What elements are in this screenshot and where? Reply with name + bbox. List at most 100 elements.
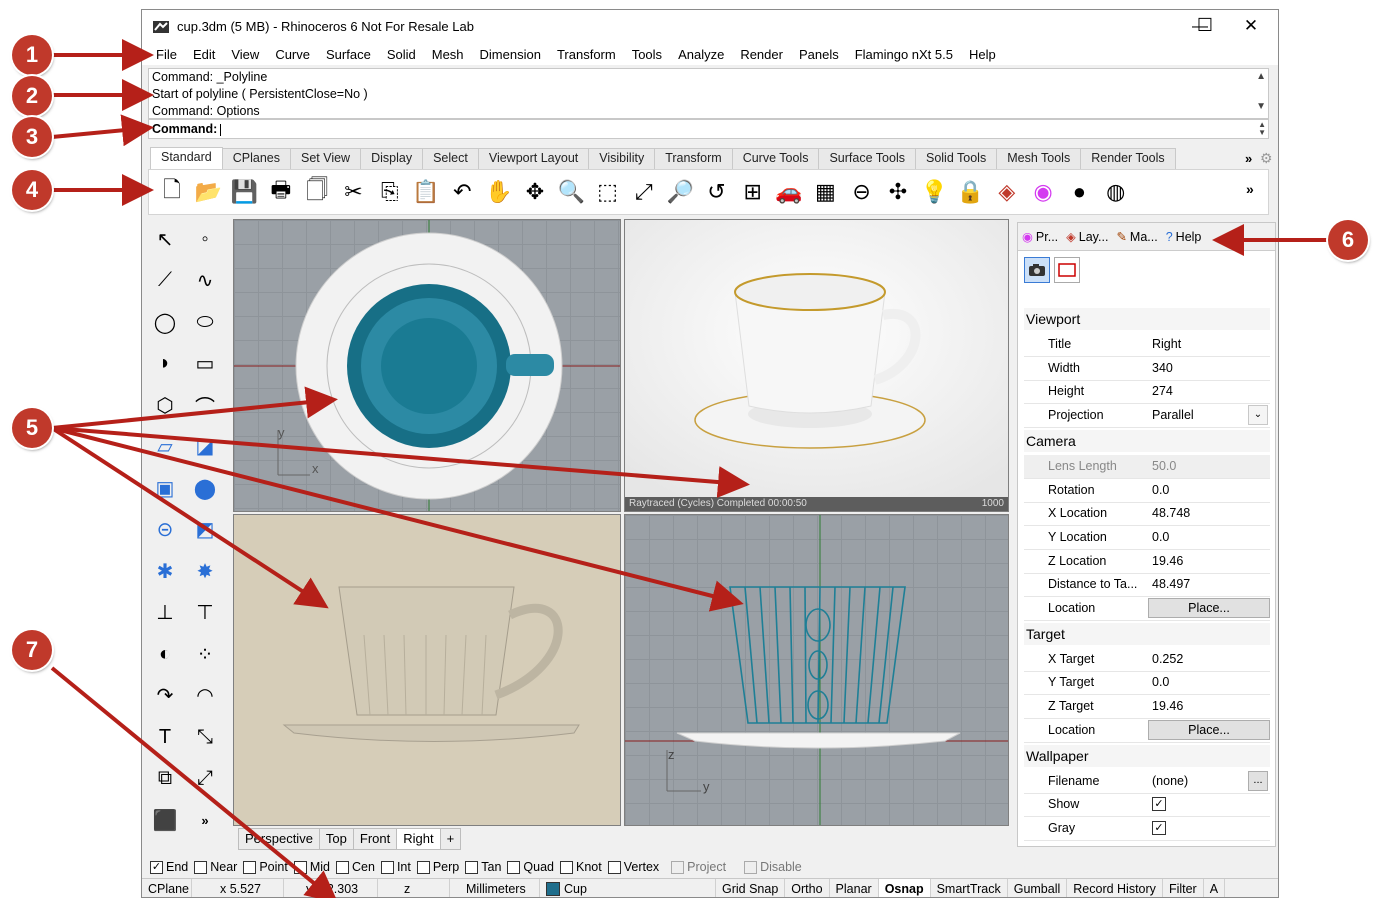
menu-flamingo-nxt-5-5[interactable]: Flamingo nXt 5.5 — [847, 47, 961, 62]
light-icon[interactable]: 💡 — [917, 175, 951, 209]
left-toolbar-more-icon[interactable]: » — [190, 805, 220, 835]
prop-row-height[interactable]: Height 274 — [1024, 380, 1270, 405]
prop-row-rotation[interactable]: Rotation 0.0 — [1024, 479, 1270, 503]
status-layer[interactable]: Cup — [540, 878, 716, 897]
new-icon[interactable]: 🗋 — [155, 175, 189, 209]
viewport-tab-right[interactable]: Right — [396, 828, 441, 850]
prop-row-location[interactable]: Location Place... — [1024, 597, 1270, 621]
osnap-point[interactable]: Point — [243, 860, 288, 874]
status-toggle-ortho[interactable]: Ortho — [785, 878, 830, 897]
prop-row-x-target[interactable]: X Target 0.252 — [1024, 648, 1270, 672]
menu-surface[interactable]: Surface — [318, 47, 379, 62]
explode-icon[interactable]: ✸ — [190, 556, 220, 586]
tab-select[interactable]: Select — [422, 148, 479, 169]
rotate-view-icon[interactable]: ✥ — [518, 175, 552, 209]
scale-icon[interactable]: ⤡ — [190, 722, 220, 752]
grid-icon[interactable]: ▦ — [808, 175, 842, 209]
osnap-vertex[interactable]: Vertex — [607, 860, 659, 874]
print-icon[interactable]: 🖶 — [264, 175, 298, 209]
surface-icon[interactable]: ▱ — [150, 432, 180, 462]
viewport-right[interactable]: z y — [624, 514, 1009, 826]
menu-file[interactable]: File — [148, 47, 185, 62]
osnap-knot[interactable]: Knot — [560, 860, 602, 874]
osnap-quad[interactable]: Quad — [507, 860, 554, 874]
zoom-dynamic-icon[interactable]: 🔍 — [554, 175, 588, 209]
tab-mesh-tools[interactable]: Mesh Tools — [996, 148, 1082, 169]
viewport-frame-icon[interactable] — [1054, 257, 1080, 283]
place-button[interactable]: Place... — [1148, 598, 1270, 618]
save-icon[interactable]: 💾 — [228, 175, 262, 209]
prop-row-z-location[interactable]: Z Location 19.46 — [1024, 550, 1270, 574]
tab-surface-tools[interactable]: Surface Tools — [818, 148, 916, 169]
prop-row-y-target[interactable]: Y Target 0.0 — [1024, 671, 1270, 696]
menu-analyze[interactable]: Analyze — [670, 47, 732, 62]
gumball-icon[interactable]: ✣ — [881, 175, 915, 209]
four-viewports-icon[interactable]: ⊞ — [736, 175, 770, 209]
gear-icon[interactable]: ⚙ — [1260, 150, 1273, 167]
prop-row-y-location[interactable]: Y Location 0.0 — [1024, 526, 1270, 550]
polyline-icon[interactable]: ⟋ — [150, 266, 180, 296]
tab-render-tools[interactable]: Render Tools — [1080, 148, 1176, 169]
prop-row-lens-length[interactable]: Lens Length 50.0 — [1024, 454, 1270, 479]
status-toggle-filter[interactable]: Filter — [1163, 878, 1204, 897]
prop-row-x-location[interactable]: X Location 48.748 — [1024, 502, 1270, 527]
menu-transform[interactable]: Transform — [549, 47, 624, 62]
menu-mesh[interactable]: Mesh — [424, 47, 472, 62]
transform-icon[interactable]: ⤢ — [190, 764, 220, 794]
tab-curve-tools[interactable]: Curve Tools — [731, 148, 820, 169]
close-button[interactable]: ✕ — [1228, 10, 1274, 41]
menu-render[interactable]: Render — [732, 47, 791, 62]
prop-row-gray[interactable]: Gray ✓ — [1024, 817, 1270, 841]
osnap-tan[interactable]: Tan — [465, 860, 501, 874]
tab-viewport-layout[interactable]: Viewport Layout — [477, 148, 590, 169]
group-icon[interactable]: ⧉ — [150, 764, 180, 794]
ellipse-icon[interactable]: ⬭ — [190, 307, 220, 337]
open-icon[interactable]: 📂 — [191, 175, 225, 209]
place-button[interactable]: Place... — [1148, 719, 1270, 740]
polygon-icon[interactable]: ⬡ — [150, 390, 180, 420]
menu-curve[interactable]: Curve — [267, 47, 318, 62]
menu-panels[interactable]: Panels — [791, 47, 847, 62]
checkbox-gray[interactable]: ✓ — [1152, 820, 1166, 835]
block-icon[interactable]: ⬛ — [150, 805, 180, 835]
maximize-button[interactable]: ☐ — [1182, 10, 1228, 41]
sphere-icon[interactable]: ⬤ — [190, 473, 220, 503]
rotate-icon[interactable]: ↷ — [150, 681, 180, 711]
prop-row-filename[interactable]: Filename (none)... — [1024, 770, 1270, 794]
boolean-icon[interactable]: ◐ — [150, 639, 180, 669]
osnap-project[interactable]: Project — [671, 860, 726, 874]
status-toggle-record-history[interactable]: Record History — [1067, 878, 1163, 897]
color-icon[interactable]: ◉ — [1026, 175, 1060, 209]
prop-row-show[interactable]: Show ✓ — [1024, 793, 1270, 818]
prop-row-projection[interactable]: Projection Parallel ⌄ — [1024, 404, 1270, 429]
arc-dim-icon[interactable]: ◠ — [190, 681, 220, 711]
text-icon[interactable]: T — [150, 722, 180, 752]
status-cplane[interactable]: CPlane — [142, 878, 192, 897]
history-scroll-down-icon[interactable]: ▼ — [1256, 101, 1266, 112]
osnap-disable[interactable]: Disable — [744, 860, 802, 874]
toolbar-more-icon[interactable]: » — [1246, 181, 1254, 197]
prop-row-distance-to-ta-[interactable]: Distance to Ta... 48.497 — [1024, 573, 1270, 598]
tab-display[interactable]: Display — [360, 148, 424, 169]
cylinder-icon[interactable]: ⊝ — [150, 515, 180, 545]
extrude-surface-icon[interactable]: ◩ — [190, 515, 220, 545]
split-icon[interactable]: ⊤ — [190, 598, 220, 628]
loft-icon[interactable]: ◪ — [190, 432, 220, 462]
layer-icon[interactable]: ◈ — [990, 175, 1024, 209]
viewport-tab-top[interactable]: Top — [318, 828, 354, 850]
menu-tools[interactable]: Tools — [624, 47, 670, 62]
tab-solid-tools[interactable]: Solid Tools — [914, 148, 998, 169]
undo-view-icon[interactable]: ↺ — [699, 175, 733, 209]
arc-icon[interactable]: ◗ — [150, 349, 180, 379]
status-toggle-grid-snap[interactable]: Grid Snap — [716, 878, 786, 897]
status-toggle-planar[interactable]: Planar — [830, 878, 879, 897]
toolbar-tabs-more-icon[interactable]: » — [1245, 151, 1252, 166]
osnap-near[interactable]: Near — [194, 860, 237, 874]
osnap-icon[interactable]: ⊖ — [845, 175, 879, 209]
status-toggle-smarttrack[interactable]: SmartTrack — [931, 878, 1008, 897]
rectangle-icon[interactable]: ▭ — [190, 349, 220, 379]
osnap-end[interactable]: ✓ End — [150, 860, 188, 874]
material-sphere-icon[interactable]: ◍ — [1099, 175, 1133, 209]
zoom-window-icon[interactable]: ⬚ — [591, 175, 625, 209]
array-icon[interactable]: ⁘ — [190, 639, 220, 669]
